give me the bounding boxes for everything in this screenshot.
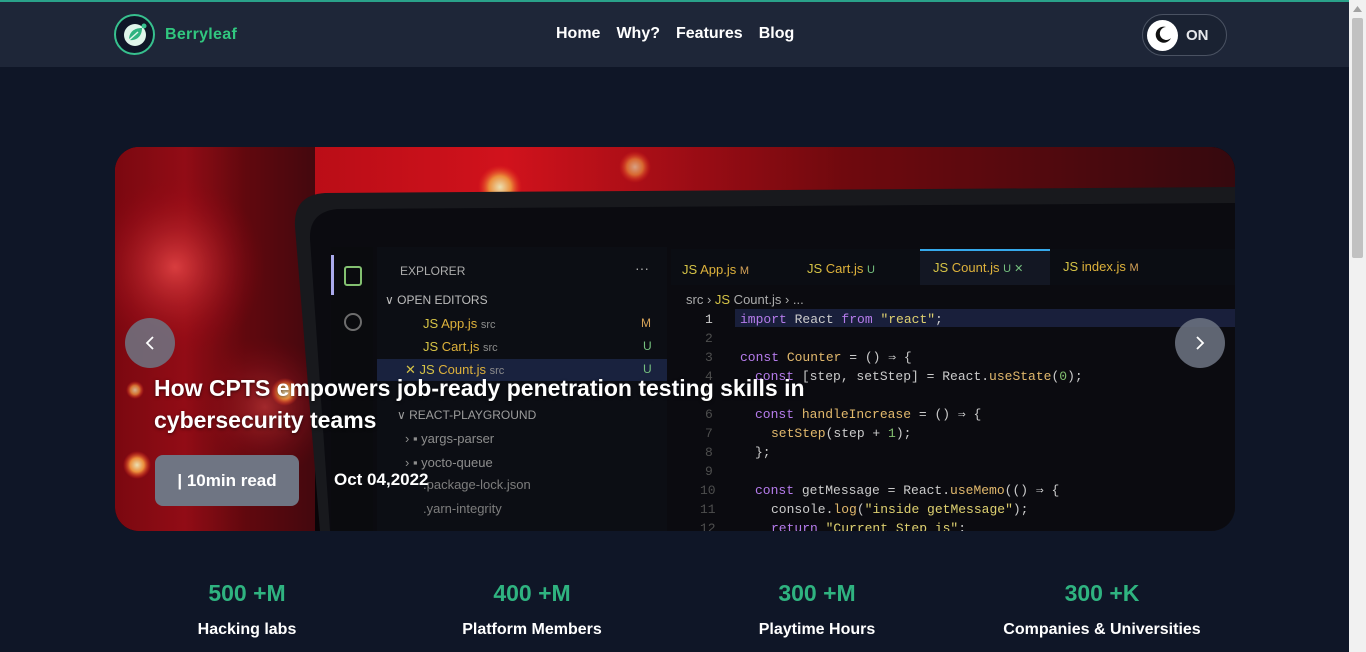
stat-platform-members: 400 +M Platform Members — [392, 580, 672, 639]
dark-mode-toggle[interactable]: ON — [1142, 14, 1227, 56]
stat-value: 400 +M — [493, 580, 571, 606]
brand[interactable]: Berryleaf — [114, 14, 237, 55]
berryleaf-logo-icon — [114, 14, 155, 55]
stat-value: 300 +K — [1064, 580, 1140, 606]
stat-label: Companies & Universities — [1003, 621, 1201, 638]
hero-carousel: EXPLORER ··· ∨ OPEN EDITORS JS App.js sr… — [115, 147, 1235, 531]
scroll-up-arrow-icon[interactable] — [1349, 0, 1366, 17]
vertical-scrollbar[interactable] — [1349, 0, 1366, 652]
scrollbar-thumb[interactable] — [1352, 18, 1363, 258]
stat-label: Platform Members — [462, 621, 602, 638]
stat-companies: 300 +K Companies & Universities — [962, 580, 1242, 639]
navbar: Berryleaf Home Why? Features Blog ON — [0, 0, 1349, 67]
article-date: Oct 04,2022 — [334, 470, 429, 489]
toggle-label: ON — [1186, 26, 1209, 44]
main-nav: Home Why? Features Blog — [556, 25, 794, 43]
stat-label: Hacking labs — [197, 621, 297, 638]
brand-name: Berryleaf — [165, 25, 238, 43]
nav-features[interactable]: Features — [676, 25, 743, 43]
carousel-next-button[interactable] — [1175, 318, 1225, 368]
chevron-left-icon — [145, 336, 154, 350]
stat-value: 500 +M — [208, 580, 286, 606]
page: Berryleaf Home Why? Features Blog ON EXP… — [0, 0, 1349, 652]
carousel-prev-button[interactable] — [125, 318, 175, 368]
moon-icon — [1147, 19, 1178, 51]
article-title[interactable]: How CPTS empowers job-ready penetration … — [154, 372, 854, 436]
chevron-right-icon — [1196, 336, 1205, 350]
nav-home[interactable]: Home — [556, 25, 600, 43]
stat-playtime-hours: 300 +M Playtime Hours — [677, 580, 957, 639]
read-time-badge: | 10min read — [155, 455, 299, 506]
stat-label: Playtime Hours — [758, 621, 876, 638]
nav-why[interactable]: Why? — [616, 25, 660, 43]
stat-hacking-labs: 500 +M Hacking labs — [107, 580, 387, 639]
stat-value: 300 +M — [778, 580, 856, 606]
nav-blog[interactable]: Blog — [759, 25, 795, 43]
